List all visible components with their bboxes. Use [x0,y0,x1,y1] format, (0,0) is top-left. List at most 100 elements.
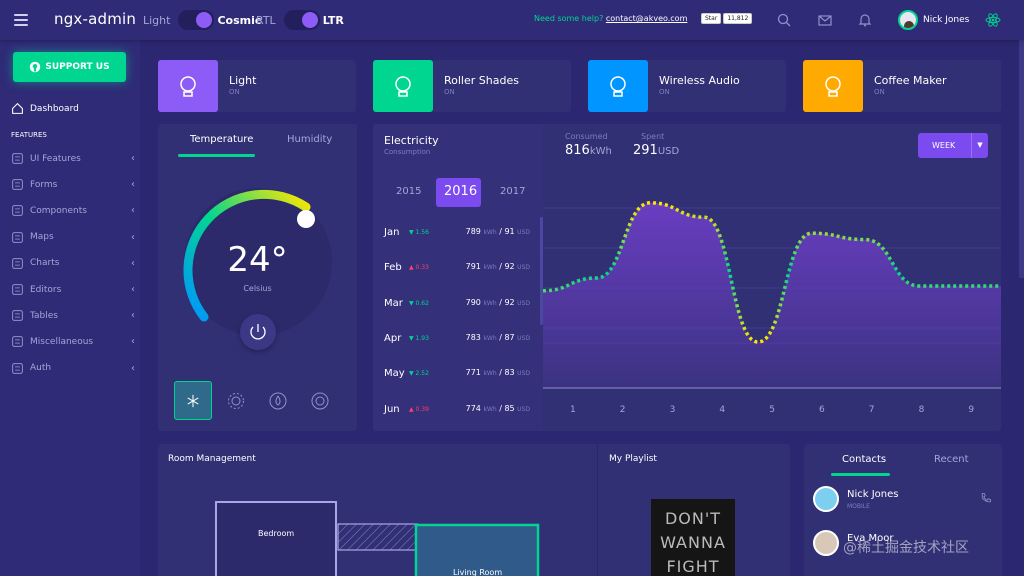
month-delta: ▼ 1.56 [409,229,429,236]
help-text: Need some help? contact@akveo.com [534,14,688,23]
album-cover[interactable]: DON'T WANNA FIGHT [651,499,735,576]
lock-icon [12,362,23,374]
x-tick-label: 7 [868,405,875,415]
gear-icon [12,205,23,217]
sidebar-item-label: Auth [30,363,52,374]
app-logo[interactable]: ngx-admin [54,10,136,28]
month-values: 790 kWh / 92 USD [465,297,530,307]
phone-icon[interactable] [980,492,992,504]
year-2016[interactable]: 2016 [444,184,477,199]
usd-unit: USD [517,264,530,272]
month-label: Feb [384,262,402,274]
chevron-left-icon: ‹ [131,179,135,191]
theme-switch[interactable]: Light Cosmic [143,10,261,30]
month-values: 771 kWh / 83 USD [465,368,530,378]
drop-icon[interactable] [269,392,287,410]
year-2017[interactable]: 2017 [500,186,525,197]
mode-cool-button[interactable] [174,381,212,420]
electricity-list-panel [373,124,543,431]
react-icon[interactable] [985,12,1001,28]
temperature-dial-handle[interactable] [297,210,315,228]
sidebar-item-charts[interactable]: Charts ‹ [11,257,135,270]
support-us-label: SUPPORT US [45,62,110,72]
sidebar-item-label: Charts [30,258,60,269]
electricity-chart [543,201,1001,389]
contact-type: MOBILE [847,503,870,510]
page-scrollbar[interactable] [1019,40,1024,278]
direction-toggle[interactable] [283,10,320,30]
sidebar-item-tables[interactable]: Tables ‹ [11,309,135,322]
year-2015[interactable]: 2015 [396,186,421,197]
tab-humidity[interactable]: Humidity [287,134,332,145]
direction-switch[interactable]: RTL LTR [256,10,344,30]
month-values: 783 kWh / 87 USD [465,332,530,342]
sidebar-item-label: Editors [30,284,62,295]
x-tick-label: 3 [669,405,676,415]
month-label: Apr [384,332,402,344]
contact-name: Nick Jones [847,489,899,500]
device-status: ON [659,88,670,96]
month-delta: ▼ 1.93 [409,334,429,342]
github-star-widget[interactable]: Star 11,812 [701,13,754,24]
sidebar-item-miscellaneous[interactable]: Miscellaneous ‹ [11,335,135,348]
user-menu[interactable]: Nick Jones [898,10,969,30]
mail-icon[interactable] [817,12,833,28]
menu-toggle-icon[interactable] [14,14,28,26]
device-card-light[interactable]: Light ON [158,60,356,112]
avatar[interactable] [813,486,839,512]
sidebar-item-maps[interactable]: Maps ‹ [11,231,135,244]
header: ngx-admin Light Cosmic RTL LTR Need some… [0,0,1024,40]
avatar[interactable] [898,10,918,30]
card-divider [597,444,598,576]
sidebar-item-auth[interactable]: Auth ‹ [11,362,135,375]
wind-icon[interactable] [311,392,329,410]
usd-unit: USD [517,334,530,342]
tab-temperature[interactable]: Temperature [190,134,253,145]
github-star-count: 11,812 [723,13,753,24]
bell-icon[interactable] [857,12,873,28]
sidebar-item-editors[interactable]: Editors ‹ [11,283,135,296]
bedroom-room[interactable] [215,501,337,576]
support-us-button[interactable]: SUPPORT US [13,52,126,82]
device-card-wireless-audio[interactable]: Wireless Audio ON [588,60,786,112]
home-icon [12,102,23,114]
usd-unit: USD [517,370,530,378]
avatar[interactable] [813,530,839,556]
album-cover-line: DON'T [664,509,722,528]
chevron-left-icon: ‹ [131,310,135,322]
device-status: ON [229,88,240,96]
album-cover-line: FIGHT [666,557,720,576]
consumed-unit: kWh [589,146,612,157]
edit-icon [12,179,23,191]
device-card-roller-shades[interactable]: Roller Shades ON [373,60,571,112]
x-tick-label: 2 [619,405,626,415]
chevron-left-icon: ‹ [131,205,135,217]
sidebar-item-forms[interactable]: Forms ‹ [11,178,135,191]
tab-recent[interactable]: Recent [934,454,969,465]
sidebar-item-label: Dashboard [30,103,79,114]
temperature-card: Temperature Humidity 24° Celsius [158,124,357,431]
period-select[interactable]: WEEK ▼ [918,133,988,158]
month-values: 789 kWh / 91 USD [465,227,530,236]
bulb-icon [158,60,218,112]
github-star-label[interactable]: Star [701,13,722,24]
sun-icon[interactable] [227,392,245,410]
sidebar-item-ui-features[interactable]: UI Features ‹ [11,152,135,165]
trend-down-icon: ▼ [409,229,414,236]
direction-left-label: RTL [256,13,276,27]
spent-label: Spent [641,132,665,141]
theme-toggle[interactable] [178,10,215,30]
trend-down-icon: ▼ [409,370,414,378]
sidebar-item-dashboard[interactable]: Dashboard [11,102,135,115]
kwh-unit: kWh [483,370,497,378]
help-link[interactable]: contact@akveo.com [606,14,688,23]
sidebar-item-components[interactable]: Components ‹ [11,204,135,217]
trend-down-icon: ▼ [409,334,414,342]
power-button[interactable] [240,314,276,350]
tab-contacts[interactable]: Contacts [842,454,886,465]
sidebar-item-label: Components [30,205,87,216]
device-card-coffee-maker[interactable]: Coffee Maker ON [803,60,1001,112]
search-icon[interactable] [776,12,792,28]
chevron-left-icon: ‹ [131,231,135,243]
chart-area [543,202,1001,388]
